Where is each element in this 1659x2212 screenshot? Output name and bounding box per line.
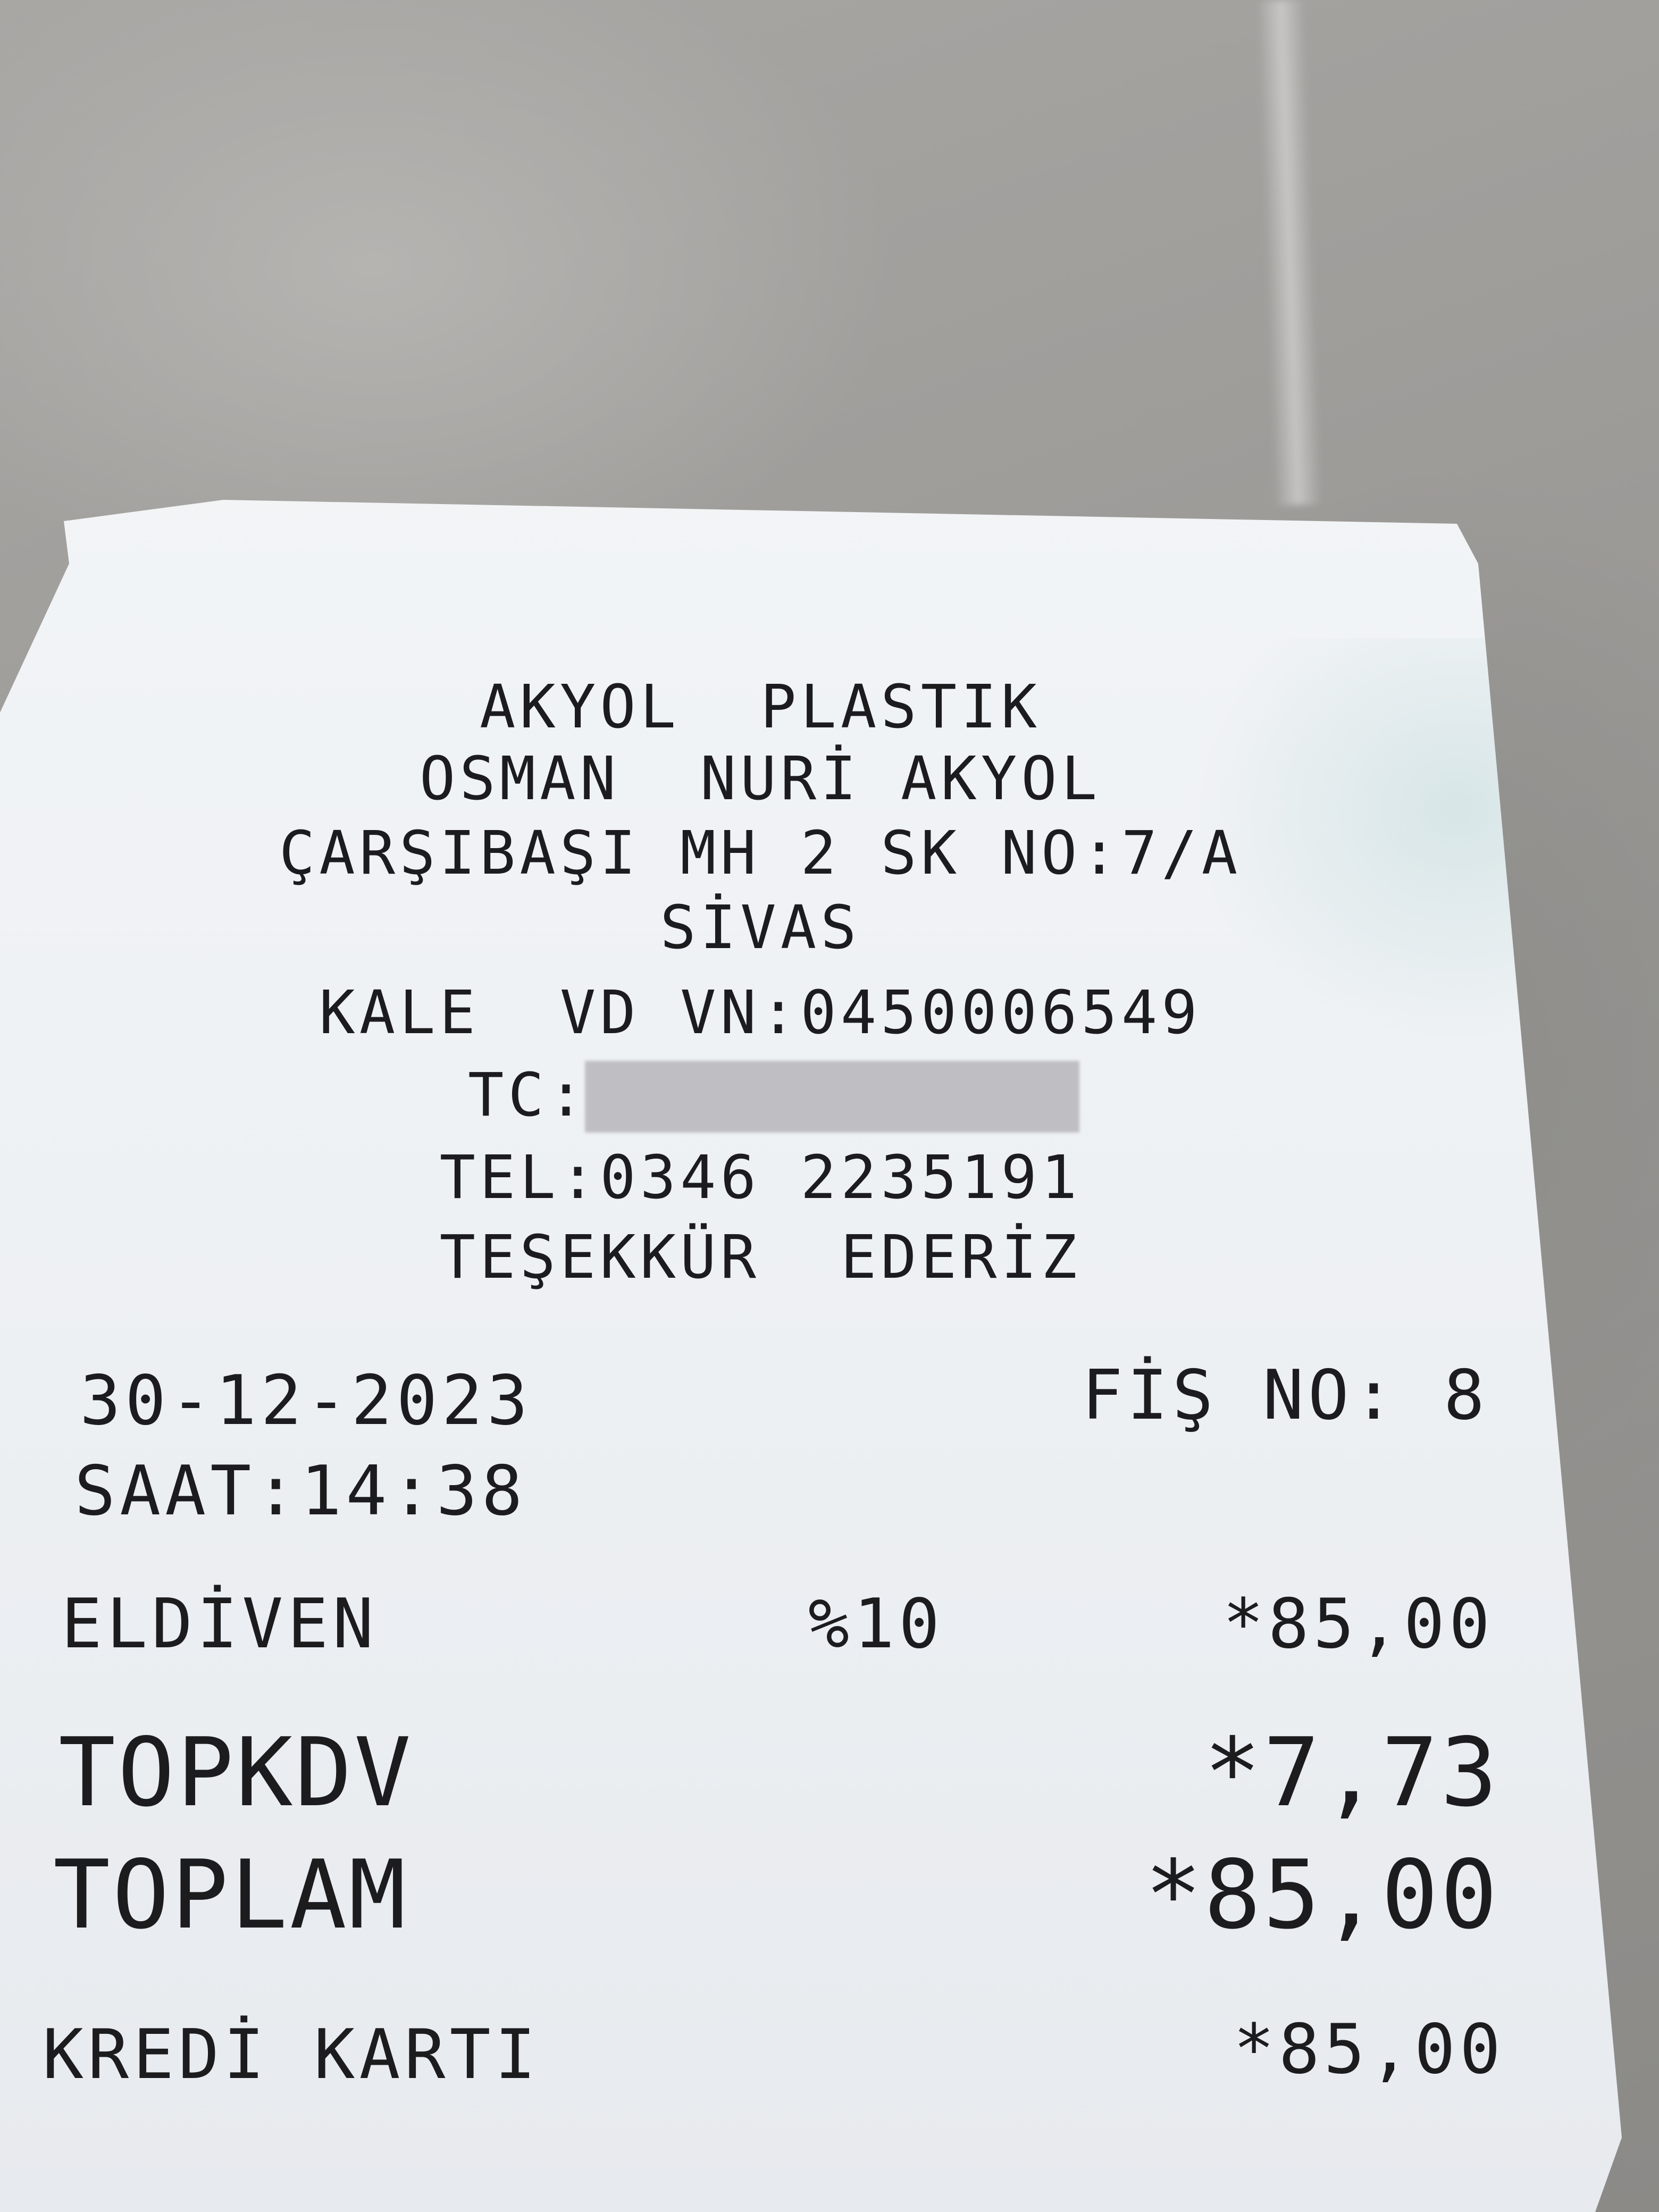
store-address: ÇARŞIBAŞI MH 2 SK NO:7/A <box>279 819 1242 888</box>
payment-method: KREDİ KARTI <box>43 2015 540 2094</box>
vat-total-value: *7,73 <box>1204 1717 1499 1828</box>
vat-total-label: TOPKDV <box>58 1717 413 1828</box>
redacted-tc-number <box>585 1061 1079 1133</box>
item-vat-rate: %10 <box>808 1585 944 1664</box>
tax-office: KALE VD VN:0450006549 <box>319 978 1202 1048</box>
tc-label: TC: <box>468 1061 589 1130</box>
grand-total-label: TOPLAM <box>53 1840 408 1950</box>
store-phone: TEL:0346 2235191 <box>439 1143 1082 1212</box>
receipt-number: FİŞ NO: 8 <box>1082 1356 1489 1435</box>
store-city: SİVAS <box>660 893 861 962</box>
receipt: AKYOL PLASTIK OSMAN NURİ AKYOL ÇARŞIBAŞI… <box>0 500 1622 2212</box>
thank-you-message: TEŞEKKÜR EDERİZ <box>439 1223 1082 1292</box>
grand-total-value: *85,00 <box>1145 1840 1499 1950</box>
receipt-date: 30-12-2023 <box>80 1361 532 1440</box>
store-name: AKYOL PLASTIK <box>479 673 1041 742</box>
payment-amount: *85,00 <box>1233 2010 1505 2089</box>
item-name: ELDİVEN <box>61 1585 378 1664</box>
table-surface-highlight <box>1256 0 1322 506</box>
owner-name: OSMAN NURİ AKYOL <box>419 744 1102 814</box>
receipt-time: SAAT:14:38 <box>74 1452 527 1531</box>
item-amount: *85,00 <box>1222 1585 1494 1664</box>
